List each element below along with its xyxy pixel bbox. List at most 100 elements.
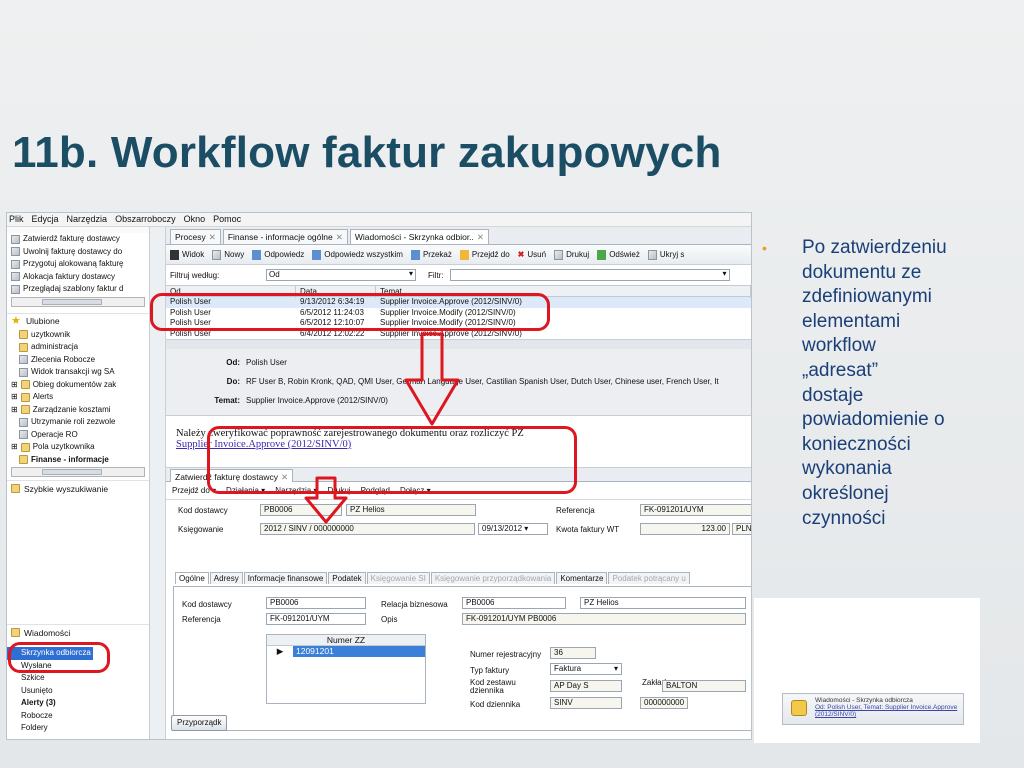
menu-okno[interactable]: Okno: [184, 214, 206, 225]
receipt-number-cell[interactable]: 12091201: [293, 646, 425, 657]
favorite-item[interactable]: ⊞ Obieg dokumentów zak: [7, 379, 149, 392]
delete-button[interactable]: ✖ Usuń: [518, 250, 546, 259]
horizontal-scrollbar[interactable]: [11, 467, 145, 477]
filter-bar: Filtruj według: Od Filtr:: [166, 265, 751, 285]
process-item[interactable]: Przygotuj alokowaną fakturę: [7, 258, 149, 271]
menu-plik[interactable]: Plik: [9, 214, 24, 225]
close-icon[interactable]: ✕: [477, 230, 484, 244]
menu-edycja[interactable]: Edycja: [32, 214, 59, 225]
close-icon[interactable]: ✕: [336, 230, 343, 244]
messages-header[interactable]: Wiadomości: [7, 624, 149, 640]
favorite-item[interactable]: Zlecenia Robocze: [7, 354, 149, 367]
subject-label: Temat:: [214, 396, 240, 405]
menu-narzedzia[interactable]: Narzędzia: [67, 214, 108, 225]
menu-bar: Plik Edycja Narzędzia Obszarroboczy Okno…: [7, 213, 751, 227]
folder-work[interactable]: Robocze: [7, 710, 149, 723]
document-icon: [19, 355, 28, 365]
process-icon: [11, 247, 20, 257]
subtab-addresses[interactable]: Adresy: [209, 572, 243, 584]
notification-popup[interactable]: Wiadomości - Skrzynka odbiorcza Od: Poli…: [782, 693, 964, 725]
folder-icon: [20, 442, 30, 452]
reply-all-button[interactable]: Odpowiedz wszystkim: [312, 249, 403, 260]
favorite-item[interactable]: administracja: [7, 341, 149, 354]
process-item[interactable]: Zatwierdź fakturę dostawcy: [7, 233, 149, 246]
tab-finanse[interactable]: Finanse - informacje ogólne ✕: [222, 229, 348, 244]
favorite-item[interactable]: ⊞ Alerts: [7, 391, 149, 404]
filter-text-label: Filtr:: [428, 270, 444, 280]
filter-input[interactable]: [449, 269, 730, 281]
general-supplier-field[interactable]: PB0006: [266, 597, 366, 609]
view-button[interactable]: Widok: [170, 249, 204, 260]
subject-value: Supplier Invoice.Approve (2012/SINV/0): [246, 396, 388, 405]
process-item[interactable]: Przeglądaj szablony faktur d: [7, 283, 149, 296]
favorite-item[interactable]: uzytkownik: [7, 329, 149, 342]
print-button[interactable]: Drukuj: [554, 249, 589, 260]
allocate-button[interactable]: Przyporządk: [171, 715, 228, 731]
to-value: RF User B, Robin Kronk, QAD, QMI User, G…: [246, 377, 719, 386]
folder-alerts[interactable]: Alerty (3): [7, 697, 149, 710]
tab-wiadomosci[interactable]: Wiadomości - Skrzynka odbior.. ✕: [349, 229, 490, 244]
favorite-item[interactable]: Utrzymanie roli zezwole: [7, 416, 149, 429]
process-item[interactable]: Uwolnij fakturę dostawcy do: [7, 246, 149, 259]
journal-set-field: AP Day S: [550, 680, 622, 692]
new-button[interactable]: Nowy: [212, 249, 244, 260]
print-icon: [554, 249, 564, 260]
reply-all-icon: [312, 249, 322, 260]
menu-obszar-roboczy[interactable]: Obszarroboczy: [115, 214, 176, 225]
annotation-inbox-highlight: [150, 293, 550, 331]
reply-button[interactable]: Odpowiedz: [252, 249, 304, 260]
tab-procesy[interactable]: Procesy ✕: [170, 229, 221, 244]
hide-button[interactable]: Ukryj s: [647, 249, 684, 260]
favorites-header[interactable]: ★ Ulubione: [7, 312, 149, 329]
expand-icon[interactable]: ⊞: [11, 391, 18, 404]
filter-label: Filtruj według:: [170, 270, 220, 280]
down-arrow-icon: [304, 476, 348, 524]
folder-drafts[interactable]: Szkice: [7, 672, 149, 685]
plant-field: BALTON: [662, 680, 746, 692]
process-icon: [11, 284, 20, 294]
reference-field[interactable]: FK-091201/UYM: [640, 504, 751, 516]
subtab-general[interactable]: Ogólne: [175, 572, 209, 584]
favorite-item[interactable]: ⊞ Pola uzytkownika: [7, 441, 149, 454]
horizontal-scrollbar[interactable]: [11, 296, 145, 307]
document-icon: [19, 430, 28, 440]
general-reference-field[interactable]: FK-091201/UYM: [266, 613, 366, 625]
menu-pomoc[interactable]: Pomoc: [213, 214, 241, 225]
expand-icon[interactable]: ⊞: [11, 441, 18, 454]
goto-button[interactable]: Przejdź do: [459, 249, 510, 260]
quick-search-header[interactable]: Szybkie wyszukiwanie: [7, 480, 149, 496]
hide-icon: [647, 249, 657, 260]
description-field[interactable]: FK-091201/UYM PB0006: [462, 613, 746, 625]
subtab-posting-si: Księgowanie SI: [366, 572, 430, 584]
favorite-item[interactable]: Operacje RO: [7, 429, 149, 442]
star-icon: ★: [11, 314, 21, 327]
notification-link[interactable]: Od: Polish User, Temat: Supplier Invoice…: [815, 704, 959, 718]
bullet-point: • Po zatwierdzeniu dokumentu ze zdefinio…: [762, 236, 1018, 531]
favorite-item[interactable]: Widok transakcji wg SA: [7, 366, 149, 379]
forward-button[interactable]: Przekaż: [410, 249, 452, 260]
date-field[interactable]: 09/13/2012 ▾: [478, 523, 548, 535]
folder-folders[interactable]: Foldery: [7, 722, 149, 735]
close-icon[interactable]: ✕: [209, 230, 216, 244]
refresh-icon: [597, 249, 607, 260]
folder-icon: [19, 330, 28, 340]
folder-deleted[interactable]: Usunięto: [7, 685, 149, 698]
expand-icon[interactable]: ⊞: [11, 404, 18, 417]
process-item[interactable]: Alokacja faktury dostawcy: [7, 271, 149, 284]
binoculars-icon: [170, 249, 179, 260]
subtab-financial[interactable]: Informacje finansowe: [243, 572, 328, 584]
document-icon: [19, 417, 28, 427]
expand-icon[interactable]: ⊞: [11, 379, 18, 392]
receipt-grid: Numer ZZ ▶ 12091201: [266, 634, 426, 704]
business-relation-field[interactable]: PB0006: [462, 597, 566, 609]
receipt-grid-header[interactable]: Numer ZZ: [267, 635, 425, 646]
subtab-tax[interactable]: Podatek: [328, 572, 366, 584]
folder-icon: [20, 392, 30, 402]
favorite-item[interactable]: ⊞ Zarządzanie kosztami: [7, 404, 149, 417]
invoice-type-select[interactable]: Faktura ▾: [550, 663, 622, 675]
subtab-comments[interactable]: Komentarze: [556, 572, 608, 584]
refresh-button[interactable]: Odśwież: [597, 249, 640, 260]
slide-title: 11b. Workflow faktur zakupowych: [12, 128, 722, 177]
filter-field-select[interactable]: Od: [266, 269, 416, 281]
favorite-item[interactable]: Finanse - informacje: [7, 454, 149, 467]
